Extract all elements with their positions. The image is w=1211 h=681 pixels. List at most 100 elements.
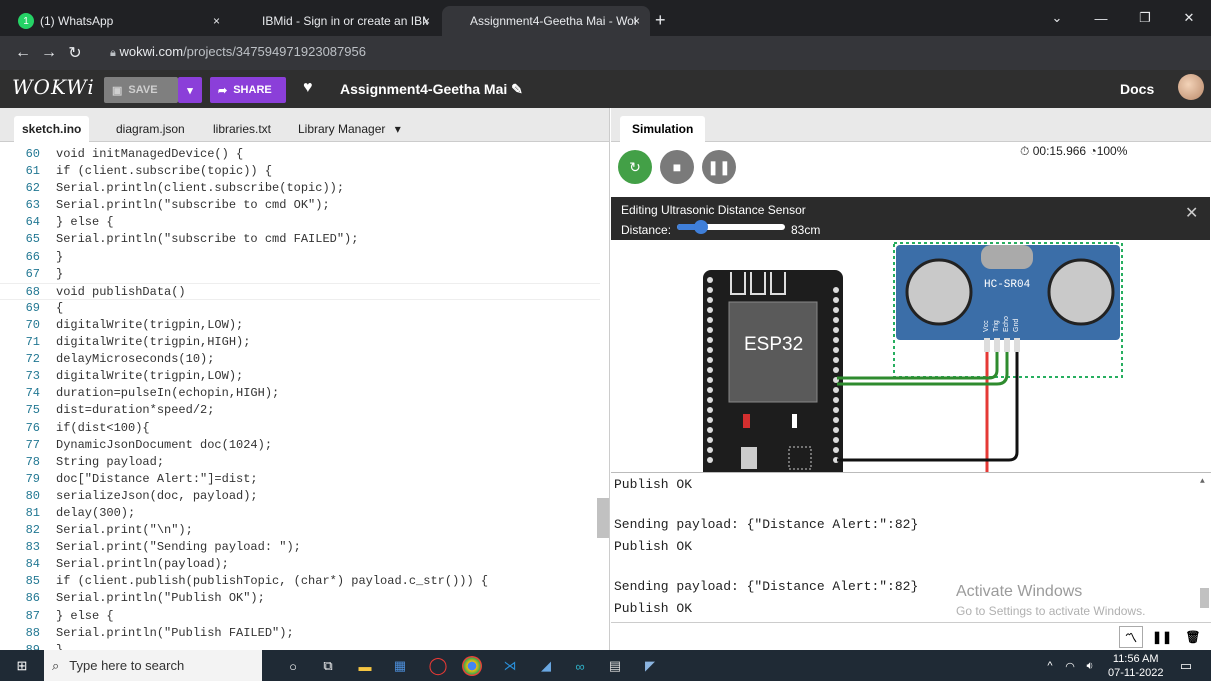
code-line[interactable]: 70 digitalWrite(trigpin,LOW); bbox=[0, 317, 600, 334]
code-line[interactable]: 87} else { bbox=[0, 608, 600, 625]
serial-scrollbar[interactable] bbox=[1200, 588, 1209, 608]
code-line[interactable]: 64} else { bbox=[0, 214, 600, 231]
reload-icon[interactable]: ↻ bbox=[62, 43, 88, 63]
code-line[interactable]: 77 DynamicJsonDocument doc(1024); bbox=[0, 437, 600, 454]
serial-pause-button[interactable]: ❚❚ bbox=[1150, 626, 1174, 648]
code-line[interactable]: 74 duration=pulseIn(echopin,HIGH); bbox=[0, 385, 600, 402]
code-area[interactable]: 60 void initManagedDevice() {61 if (client… bbox=[0, 146, 600, 659]
code-line[interactable]: 71 digitalWrite(trigpin,HIGH); bbox=[0, 334, 600, 351]
distance-slider-handle[interactable] bbox=[693, 220, 708, 234]
avatar[interactable] bbox=[1178, 74, 1204, 100]
code-line[interactable]: 83 Serial.print("Sending payload: "); bbox=[0, 539, 600, 556]
code-line[interactable]: 62 Serial.println(client.subscribe(topic)… bbox=[0, 180, 600, 197]
esp32-button bbox=[741, 447, 757, 469]
heart-icon[interactable]: ♥ bbox=[303, 79, 313, 97]
store-icon[interactable]: ▦ bbox=[390, 656, 410, 676]
tab-ibmid[interactable]: IBMid - Sign in or create an IBMid × bbox=[234, 6, 440, 36]
code-line[interactable]: 81 delay(300); bbox=[0, 505, 600, 522]
code-line[interactable]: 80 serializeJson(doc, payload); bbox=[0, 488, 600, 505]
file-explorer-icon[interactable]: ▬ bbox=[355, 656, 375, 676]
line-text: Serial.println("Publish OK"); bbox=[56, 591, 265, 606]
code-line[interactable]: 84 Serial.println(payload); bbox=[0, 556, 600, 573]
save-dropdown-button[interactable]: ▾ bbox=[178, 77, 202, 103]
volume-icon[interactable]: 🔉︎ bbox=[1080, 656, 1100, 676]
tab-libraries-txt[interactable]: libraries.txt bbox=[205, 116, 279, 142]
simulation-timer: ⏱ 00:15.966 ◔100% bbox=[1020, 144, 1127, 159]
code-line[interactable]: 73 digitalWrite(trigpin,LOW); bbox=[0, 368, 600, 385]
close-icon[interactable]: × bbox=[633, 14, 640, 28]
code-line[interactable]: 76 if(dist<100){ bbox=[0, 420, 600, 437]
url-field[interactable]: 🔒︎ wokwi.com/projects/347594971923087956 bbox=[110, 44, 366, 60]
pin-gnd: Gnd bbox=[1013, 319, 1020, 332]
code-line[interactable]: 67} bbox=[0, 266, 600, 283]
app-icon[interactable]: ◢ bbox=[536, 656, 556, 676]
project-name[interactable]: Assignment4-Geetha Mai ✎ bbox=[340, 81, 523, 98]
code-line[interactable]: 78 String payload; bbox=[0, 454, 600, 471]
code-line[interactable]: 82 Serial.print("\n"); bbox=[0, 522, 600, 539]
notification-icon[interactable]: ▭ bbox=[1176, 656, 1196, 676]
wokwi-logo[interactable]: WOKWi bbox=[12, 75, 95, 99]
clear-button[interactable]: 🗑︎ bbox=[1181, 626, 1205, 648]
back-icon[interactable]: ← bbox=[10, 44, 36, 62]
close-icon[interactable]: ✕ bbox=[1185, 203, 1198, 223]
chrome-icon[interactable] bbox=[462, 656, 482, 676]
whatsapp-icon: 1 bbox=[18, 13, 34, 29]
minimize-button[interactable]: — bbox=[1079, 0, 1123, 36]
tab-wokwi[interactable]: Assignment4-Geetha Mai - Wokwi × bbox=[442, 6, 650, 36]
hcsr04-transducer-right bbox=[1047, 258, 1115, 326]
editor-scrollbar[interactable] bbox=[597, 498, 609, 538]
close-icon[interactable]: × bbox=[423, 14, 430, 28]
close-icon[interactable]: × bbox=[213, 14, 220, 28]
plotter-button[interactable]: 〽 bbox=[1119, 626, 1143, 648]
code-line[interactable]: 68 void publishData() bbox=[0, 282, 600, 300]
tab-simulation[interactable]: Simulation bbox=[620, 116, 706, 142]
wifi-icon[interactable]: ◠ bbox=[1060, 656, 1080, 676]
code-editor-panel: sketch.ino diagram.json libraries.txt Li… bbox=[0, 108, 610, 657]
new-tab-button[interactable]: + bbox=[655, 10, 666, 31]
simulation-canvas[interactable]: ↻ ■ ❚❚ ESP32 HC-SR04 Vcc Trig Echo Gnd bbox=[611, 142, 1211, 472]
code-line[interactable]: 88 Serial.println("Publish FAILED"); bbox=[0, 625, 600, 642]
save-button[interactable]: ▣ SAVE bbox=[104, 77, 178, 103]
forward-icon[interactable]: → bbox=[36, 44, 62, 62]
distance-slider[interactable] bbox=[677, 220, 785, 234]
cortana-icon[interactable]: ○ bbox=[283, 656, 303, 676]
code-line[interactable]: 60 void initManagedDevice() { bbox=[0, 146, 600, 163]
paint-icon[interactable]: ◤ bbox=[640, 656, 660, 676]
caret-down-icon: ▾ bbox=[394, 122, 401, 136]
vscode-icon[interactable]: ⋊ bbox=[500, 656, 520, 676]
code-line[interactable]: 86 Serial.println("Publish OK"); bbox=[0, 590, 600, 607]
code-line[interactable]: 75 dist=duration*speed/2; bbox=[0, 402, 600, 419]
notepad-icon[interactable]: ▤ bbox=[605, 656, 625, 676]
code-line[interactable]: 65 Serial.println("subscribe to cmd FAILE… bbox=[0, 231, 600, 248]
code-line[interactable]: 72 delayMicroseconds(10); bbox=[0, 351, 600, 368]
docs-link[interactable]: Docs bbox=[1120, 81, 1154, 97]
code-line[interactable]: 69 { bbox=[0, 300, 600, 317]
code-line[interactable]: 85 if (client.publish(publishTopic, (char… bbox=[0, 573, 600, 590]
tray-chevron-icon[interactable]: ^ bbox=[1040, 656, 1060, 676]
arduino-icon[interactable]: ∞ bbox=[570, 656, 590, 676]
tab-diagram-json[interactable]: diagram.json bbox=[108, 116, 193, 142]
tab-library-manager[interactable]: Library Manager ▾ bbox=[290, 116, 409, 142]
opera-icon[interactable]: ◯ bbox=[428, 656, 448, 676]
edit-component-panel: Editing Ultrasonic Distance Sensor Dista… bbox=[611, 197, 1210, 240]
chevron-down-icon[interactable]: ⌄ bbox=[1035, 0, 1079, 36]
line-text: digitalWrite(trigpin,LOW); bbox=[56, 317, 244, 332]
code-line[interactable]: 63 Serial.println("subscribe to cmd OK"); bbox=[0, 197, 600, 214]
taskbar-search[interactable]: ⌕ Type here to search bbox=[44, 650, 262, 681]
restore-button[interactable]: ❐ bbox=[1123, 0, 1167, 36]
window-close-button[interactable]: ✕ bbox=[1167, 0, 1211, 36]
tab-whatsapp[interactable]: 1 (1) WhatsApp × bbox=[8, 6, 230, 36]
task-view-icon[interactable]: ⧉ bbox=[318, 656, 338, 676]
address-bar: ← → ↻ 🔒︎ wokwi.com/projects/347594971923… bbox=[0, 36, 1211, 98]
chart-icon: 〽 bbox=[1124, 630, 1137, 645]
scroll-up-icon[interactable]: ▲ bbox=[1200, 477, 1205, 486]
code-line[interactable]: 61 if (client.subscribe(topic)) { bbox=[0, 163, 600, 180]
code-line[interactable]: 66} bbox=[0, 249, 600, 266]
tab-sketch-ino[interactable]: sketch.ino bbox=[14, 116, 90, 142]
taskbar-clock[interactable]: 11:56 AM 07-11-2022 bbox=[1108, 652, 1163, 680]
line-text: if(dist<100){ bbox=[56, 420, 150, 435]
code-line[interactable]: 79 doc["Distance Alert:"]=dist; bbox=[0, 471, 600, 488]
share-button[interactable]: ➦ SHARE bbox=[210, 77, 286, 103]
serial-monitor[interactable]: Publish OK Sending payload: {"Distance A… bbox=[611, 472, 1211, 622]
windows-start-icon[interactable]: ⊞ bbox=[12, 656, 32, 676]
